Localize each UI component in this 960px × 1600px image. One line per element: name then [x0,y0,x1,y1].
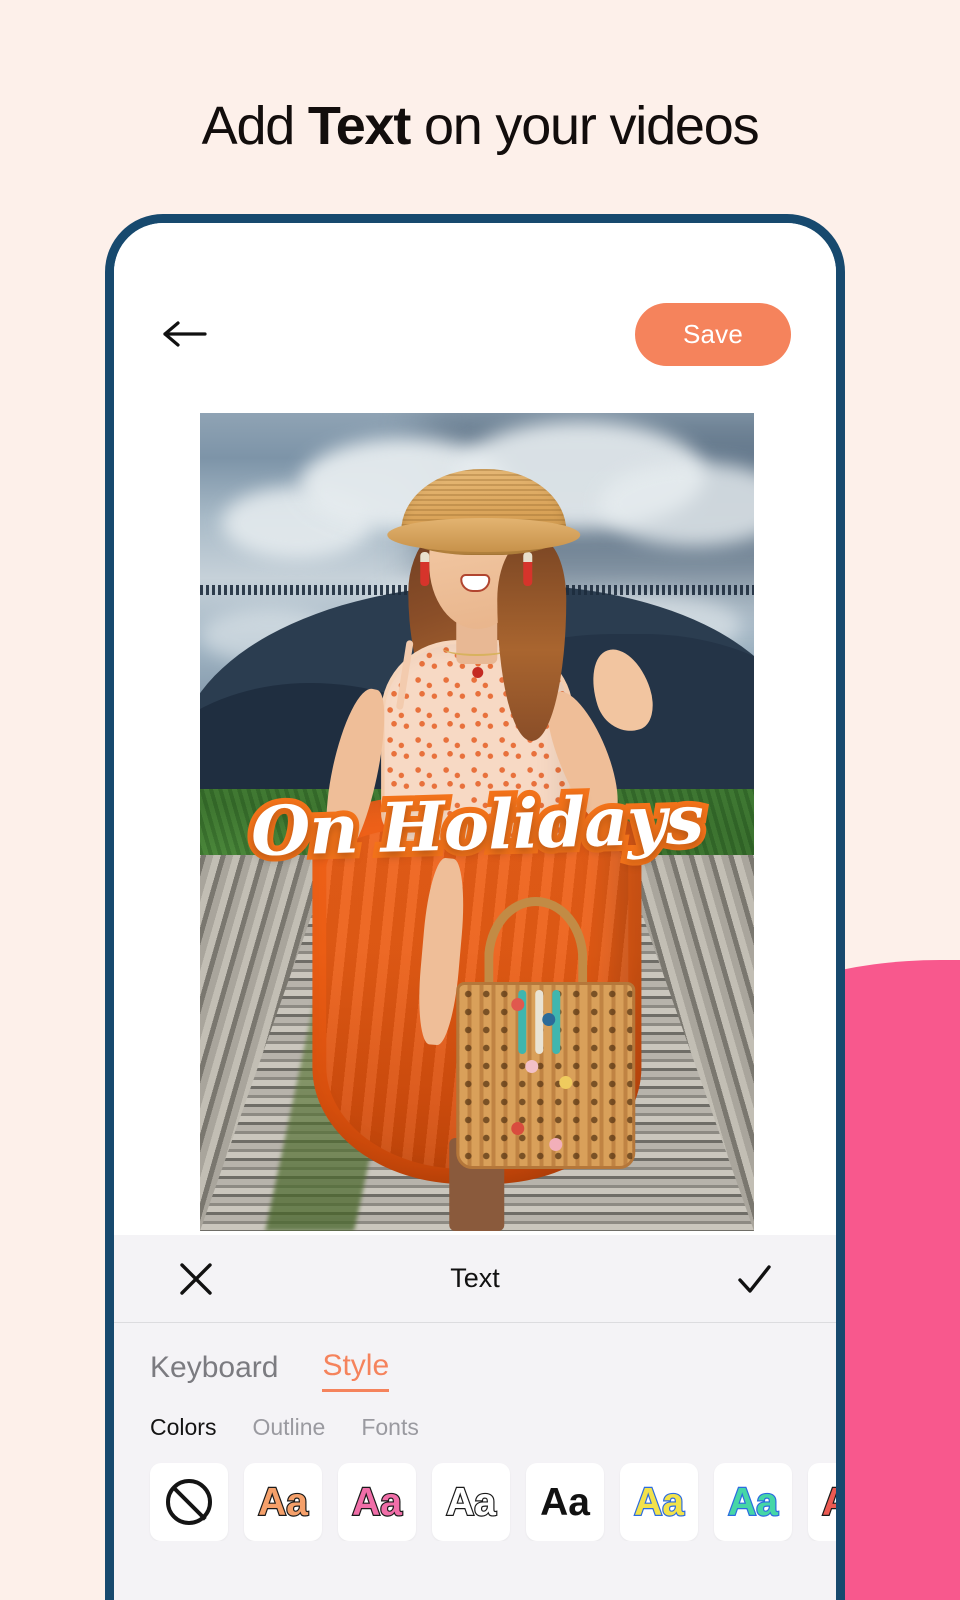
close-x-icon[interactable] [174,1257,218,1301]
swatch-yellow[interactable]: Aa [620,1463,698,1541]
tab-style[interactable]: Style [322,1349,390,1392]
swatch-glyph: Aa [257,1480,309,1524]
swatch-red[interactable]: Aa [808,1463,836,1541]
straw-hat-brim [387,517,581,552]
pendant [472,666,484,678]
swatch-glyph: Aa [540,1480,590,1524]
swatch-white[interactable]: Aa [432,1463,510,1541]
pom-pom [549,1137,563,1151]
subtab-outline[interactable]: Outline [252,1414,325,1441]
tassel-earring [523,551,533,586]
style-tabs: Keyboard Style [114,1323,836,1392]
phone-mockup: Save On Holidays Text Keyboard Style Col… [105,214,845,1600]
swatch-glyph: Aa [727,1480,779,1524]
headline-suffix: on your videos [410,96,760,156]
editor-top-bar: Save [114,289,836,379]
panel-header: Text [114,1235,836,1323]
swatch-glyph: Aa [633,1480,685,1524]
arrow-left-icon [163,321,207,347]
text-editor-panel: Text Keyboard Style Colors Outline Fonts… [114,1235,836,1600]
swatch-glyph: Aa [351,1480,403,1524]
pom-pom [511,997,525,1011]
headline-prefix: Add [201,96,308,156]
smiling-mouth [459,573,490,592]
pom-pom [525,1060,539,1074]
save-button[interactable]: Save [634,302,791,366]
swatch-black[interactable]: Aa [526,1463,604,1541]
no-color-icon [166,1479,212,1525]
pom-pom [559,1075,573,1089]
panel-title: Text [450,1263,500,1293]
swatch-pink[interactable]: Aa [338,1463,416,1541]
check-icon[interactable] [732,1257,776,1301]
swatch-teal[interactable]: Aa [714,1463,792,1541]
subtab-fonts[interactable]: Fonts [361,1414,419,1441]
swatch-glyph: Aa [445,1480,497,1524]
wicker-basket [456,982,635,1169]
text-overlay[interactable]: On Holidays [244,774,710,879]
tassel-earring [420,551,430,586]
page-title: Add Text on your videos [0,95,960,157]
back-button[interactable] [159,308,211,360]
basket-weave [459,985,632,1166]
phone-screen: Save On Holidays Text Keyboard Style Col… [114,223,836,1600]
color-swatch-list[interactable]: Aa Aa Aa Aa Aa Aa Aa [114,1441,836,1541]
tab-keyboard[interactable]: Keyboard [150,1351,278,1391]
pom-pom [542,1013,556,1027]
swatch-orange[interactable]: Aa [244,1463,322,1541]
subtab-colors[interactable]: Colors [150,1414,216,1441]
video-preview-canvas[interactable]: On Holidays [200,413,754,1231]
style-subtabs: Colors Outline Fonts [114,1392,836,1441]
swatch-glyph: Aa [821,1481,836,1522]
swatch-none[interactable] [150,1463,228,1541]
headline-bold-word: Text [307,96,411,156]
